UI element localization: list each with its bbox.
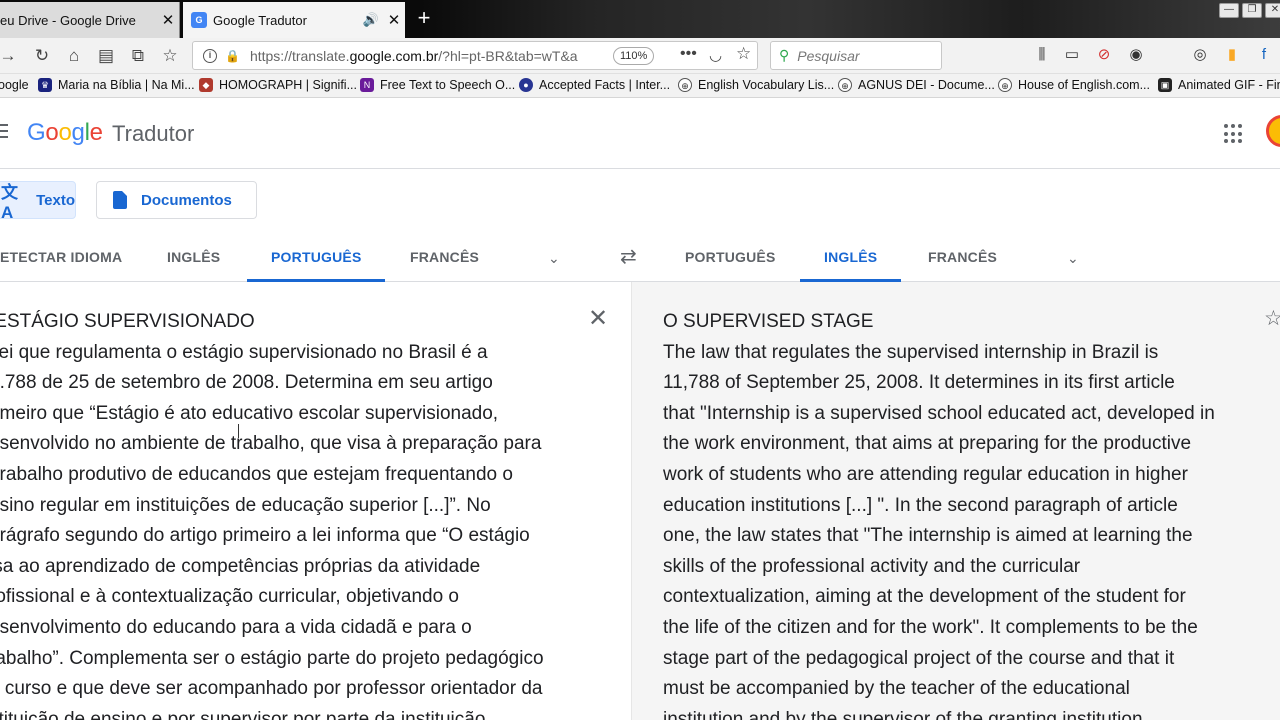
hamburger-menu-icon[interactable]	[0, 124, 8, 142]
star-bookmark-icon[interactable]: ☆	[736, 44, 751, 64]
forward-arrow-icon[interactable]: →	[0, 44, 20, 68]
maximize-window-icon[interactable]: ❐	[1242, 3, 1262, 18]
url-suffix: /?hl=pt-BR&tab=wT&a	[438, 47, 578, 64]
documents-mode-button[interactable]: Documentos	[96, 181, 257, 219]
tab-strip-background	[420, 0, 1280, 38]
bookmark-accepted-facts[interactable]: ● Accepted Facts | Inter...	[519, 78, 670, 92]
source-lang-english[interactable]: INGLÊS	[143, 234, 244, 282]
app-header: Google Tradutor	[0, 99, 1280, 169]
target-lang-french[interactable]: FRANCÊS	[904, 234, 1021, 282]
reload-icon[interactable]: ↻	[30, 44, 54, 68]
text-mode-button[interactable]: 文A Texto	[0, 181, 76, 222]
bookmark-free-text-to-speech[interactable]: N Free Text to Speech O...	[360, 78, 515, 92]
facebook-icon[interactable]: f	[1254, 45, 1274, 65]
home-icon[interactable]: ⌂	[62, 44, 86, 68]
source-more-languages-chevron-icon[interactable]: ⌄	[548, 250, 560, 267]
gif-icon: ▣	[1158, 78, 1172, 92]
adblock-icon[interactable]: ⊘	[1094, 45, 1114, 65]
translation-panel: O SUPERVISED STAGE The law that regulate…	[631, 282, 1280, 720]
sync-tabs-icon[interactable]: ⧉	[126, 44, 150, 68]
source-text-panel[interactable]: ESTÁGIO SUPERVISIONADO lei que regulamen…	[0, 282, 631, 720]
crown-icon: ♛	[38, 78, 52, 92]
google-translate-favicon-icon: G	[191, 12, 207, 28]
swap-languages-icon[interactable]: ⇄	[620, 244, 637, 269]
documents-mode-label: Documentos	[141, 191, 232, 209]
tab-title: Google Tradutor	[213, 12, 307, 28]
globe-icon: ⊕	[998, 78, 1012, 92]
bookmark-label: House of English.com...	[1018, 78, 1151, 92]
sidebar-icon[interactable]: ▭	[1062, 45, 1082, 65]
url-prefix: https://translate.	[249, 47, 350, 64]
search-icon: ⚲	[779, 47, 790, 63]
close-window-icon[interactable]: ✕	[1265, 3, 1280, 18]
bookmarks-toolbar: oogle ♛ Maria na Bíblia | Na Mi... ◆ HOMOG…	[0, 74, 1280, 98]
site-icon: ●	[519, 78, 533, 92]
translation-output: O SUPERVISED STAGE The law that regulate…	[663, 311, 1215, 720]
close-tab-icon[interactable]: ✕	[383, 11, 405, 29]
zoom-level-badge[interactable]: 110%	[613, 47, 655, 65]
target-more-languages-chevron-icon[interactable]: ⌄	[1067, 250, 1079, 267]
bookmark-house-of-english[interactable]: ⊕ House of English.com...	[998, 78, 1150, 92]
globe-icon: ⊕	[838, 78, 852, 92]
bookmark-label: English Vocabulary Lis...	[698, 78, 835, 92]
bookmark-add-icon[interactable]: ☆	[158, 44, 182, 68]
document-icon	[113, 191, 127, 209]
lock-icon[interactable]: 🔒	[225, 49, 240, 63]
text-mode-label: Texto	[36, 191, 75, 209]
target-lang-english[interactable]: INGLÊS	[800, 234, 902, 282]
address-bar[interactable]: i 🔒 https://translate.google.com.br/?hl=…	[192, 41, 758, 70]
search-placeholder: Pesquisar	[797, 47, 860, 64]
shield-icon: ◆	[199, 78, 213, 92]
pocket-icon[interactable]: ◡	[709, 46, 722, 64]
bookmark-homograph[interactable]: ◆ HOMOGRAPH | Signifi...	[199, 78, 357, 92]
bookmark-maria-na-biblia[interactable]: ♛ Maria na Bíblia | Na Mi...	[38, 78, 195, 92]
target-lang-portuguese[interactable]: PORTUGUÊS	[661, 234, 799, 282]
page-actions-menu-icon[interactable]: •••	[680, 45, 697, 63]
extension-globe-icon[interactable]: ◉	[1126, 45, 1146, 65]
bookmark-google[interactable]: oogle	[0, 78, 29, 92]
source-lang-portuguese[interactable]: PORTUGUÊS	[247, 234, 386, 282]
tab-google-drive[interactable]: eu Drive - Google Drive ✕	[0, 2, 180, 38]
bookmark-english-vocabulary[interactable]: ⊕ English Vocabulary Lis...	[678, 78, 834, 92]
site-info-icon[interactable]: i	[203, 48, 217, 63]
minimize-window-icon[interactable]: —	[1219, 3, 1239, 18]
tab-google-tradutor[interactable]: G Google Tradutor 🔊 ✕	[183, 2, 405, 38]
google-apps-grid-icon[interactable]	[1224, 124, 1244, 144]
tab-title: eu Drive - Google Drive	[0, 12, 136, 28]
bookmark-animated-gif[interactable]: ▣ Animated GIF - Fin	[1158, 78, 1280, 92]
new-tab-plus-icon[interactable]: +	[412, 6, 436, 30]
screenshot-icon[interactable]: ▤	[94, 44, 118, 68]
extension-icon[interactable]: ▮	[1222, 45, 1242, 65]
browser-tab-strip: eu Drive - Google Drive ✕ G Google Tradu…	[0, 0, 1280, 38]
library-icon[interactable]: ⫼	[1032, 45, 1052, 65]
speaker-icon[interactable]: 🔊	[363, 12, 379, 28]
bookmark-label: HOMOGRAPH | Signifi...	[219, 78, 357, 92]
language-selector-bar: ETECTAR IDIOMA INGLÊS PORTUGUÊS FRANCÊS …	[0, 234, 1280, 282]
globe-icon: ⊕	[678, 78, 692, 92]
google-logo[interactable]: Google	[27, 119, 103, 147]
product-name: Tradutor	[112, 121, 195, 146]
bookmark-label: Free Text to Speech O...	[380, 78, 516, 92]
clear-source-text-icon[interactable]: ✕	[588, 306, 608, 332]
url-domain: google.com.br	[349, 47, 439, 64]
bookmark-agnus-dei[interactable]: ⊕ AGNUS DEI - Docume...	[838, 78, 995, 92]
source-textarea[interactable]: ESTÁGIO SUPERVISIONADO lei que regulamen…	[0, 307, 579, 720]
bookmark-label: Maria na Bíblia | Na Mi...	[58, 78, 195, 92]
bookmark-label: Animated GIF - Fin	[1178, 78, 1280, 92]
source-lang-french[interactable]: FRANCÊS	[386, 234, 503, 282]
url-text[interactable]: https://translate.google.com.br/?hl=pt-B…	[250, 48, 580, 64]
close-tab-icon[interactable]: ✕	[157, 11, 179, 29]
bookmark-label: Accepted Facts | Inter...	[539, 78, 671, 92]
text-cursor-icon	[238, 424, 241, 438]
account-icon[interactable]: ◎	[1190, 45, 1210, 65]
n-logo-icon: N	[360, 78, 374, 92]
source-lang-detect[interactable]: ETECTAR IDIOMA	[0, 234, 146, 282]
save-translation-star-icon[interactable]: ☆	[1264, 306, 1280, 331]
bookmark-label: AGNUS DEI - Docume...	[858, 78, 995, 92]
search-bar[interactable]: ⚲ Pesquisar	[770, 41, 942, 70]
translate-icon: 文A	[1, 182, 18, 222]
bookmark-label: oogle	[0, 78, 29, 92]
avatar[interactable]	[1266, 115, 1280, 147]
